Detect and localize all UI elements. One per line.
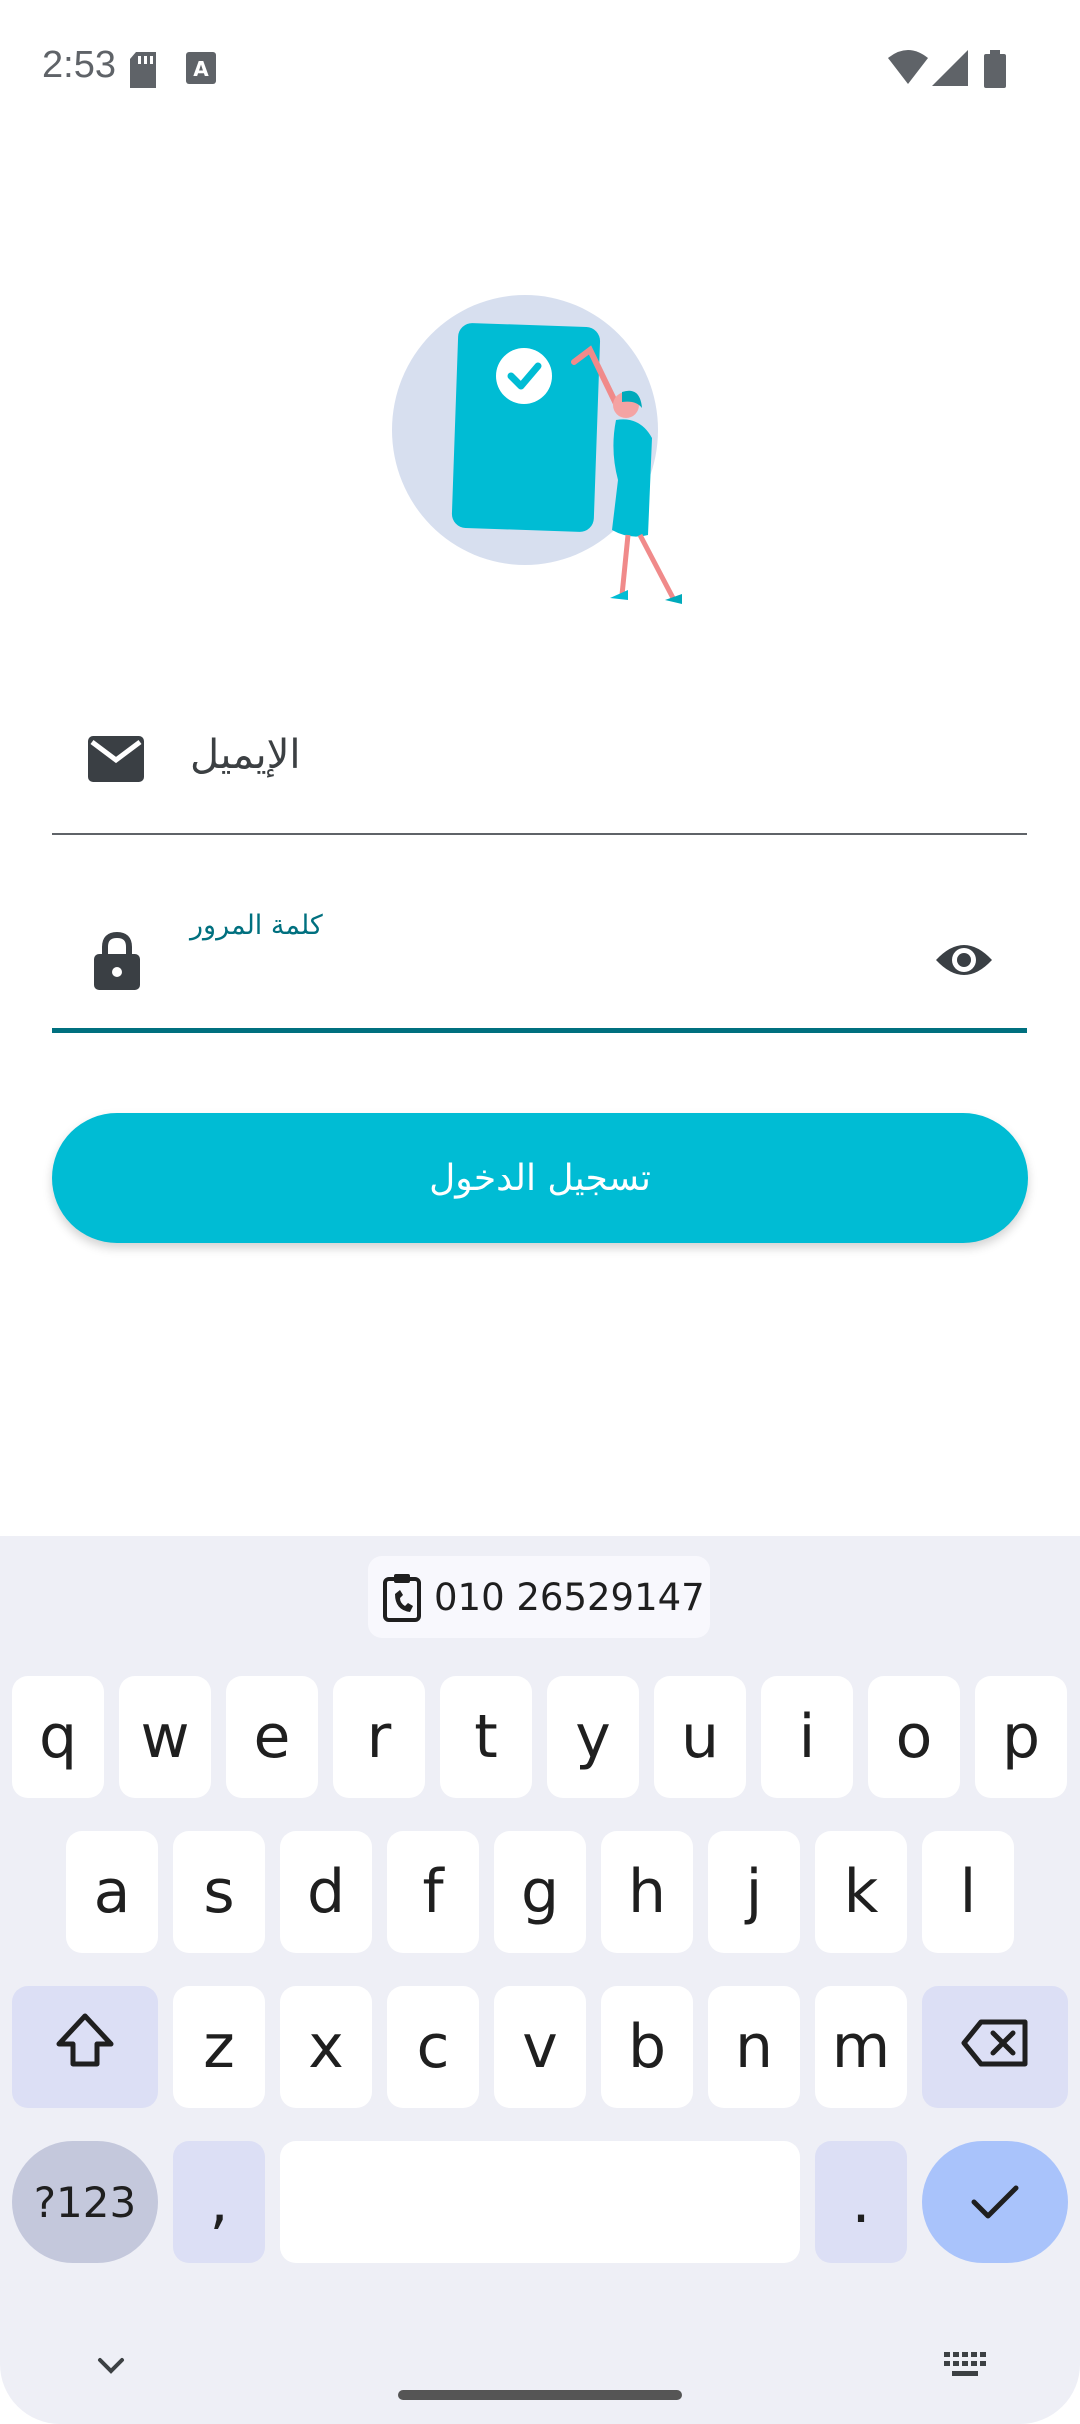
key-j[interactable]: j — [708, 1831, 800, 1953]
key-e[interactable]: e — [226, 1676, 318, 1798]
key-i[interactable]: i — [761, 1676, 853, 1798]
battery-icon — [984, 50, 1006, 92]
login-button[interactable]: تسجيل الدخول — [52, 1113, 1028, 1243]
keyboard-switch-icon[interactable] — [944, 2352, 988, 2384]
clipboard-phone-icon — [382, 1572, 426, 1622]
sd-card-icon — [128, 52, 158, 92]
key-w[interactable]: w — [119, 1676, 211, 1798]
key-b[interactable]: b — [601, 1986, 693, 2108]
password-underline — [52, 1028, 1027, 1033]
key-o[interactable]: o — [868, 1676, 960, 1798]
period-key[interactable]: . — [815, 2141, 907, 2263]
email-icon — [88, 736, 144, 786]
hide-keyboard-chevron-icon[interactable] — [96, 2356, 126, 2380]
key-g[interactable]: g — [494, 1831, 586, 1953]
key-n[interactable]: n — [708, 1986, 800, 2108]
comma-key[interactable]: , — [173, 2141, 265, 2263]
wifi-icon — [888, 50, 928, 88]
backspace-key[interactable] — [922, 1986, 1068, 2108]
key-x[interactable]: x — [280, 1986, 372, 2108]
key-p[interactable]: p — [975, 1676, 1067, 1798]
shift-key[interactable] — [12, 1986, 158, 2108]
on-screen-keyboard: 010 26529147 q w e r t y u i o p a s d f… — [0, 1536, 1080, 2424]
svg-text:A: A — [193, 57, 209, 81]
home-indicator[interactable] — [398, 2390, 682, 2400]
keyboard-a-icon: A — [186, 52, 216, 88]
key-r[interactable]: r — [333, 1676, 425, 1798]
password-field-label: كلمة المرور — [190, 910, 323, 941]
key-y[interactable]: y — [547, 1676, 639, 1798]
key-m[interactable]: m — [815, 1986, 907, 2108]
space-key[interactable] — [280, 2141, 800, 2263]
key-d[interactable]: d — [280, 1831, 372, 1953]
shift-icon — [55, 2012, 115, 2083]
login-illustration — [390, 290, 700, 620]
key-q[interactable]: q — [12, 1676, 104, 1798]
key-v[interactable]: v — [494, 1986, 586, 2108]
clipboard-suggestion-text: 010 26529147 — [434, 1575, 705, 1619]
eye-icon[interactable] — [934, 940, 994, 984]
key-z[interactable]: z — [173, 1986, 265, 2108]
key-k[interactable]: k — [815, 1831, 907, 1953]
email-field-label: الإيميل — [190, 732, 301, 778]
status-time: 2:53 — [42, 44, 116, 86]
email-underline — [52, 833, 1027, 835]
clipboard-suggestion-chip[interactable]: 010 26529147 — [368, 1556, 710, 1638]
key-f[interactable]: f — [387, 1831, 479, 1953]
signal-icon — [932, 50, 968, 90]
password-field[interactable] — [52, 880, 1027, 1030]
key-a[interactable]: a — [66, 1831, 158, 1953]
enter-key[interactable] — [922, 2141, 1068, 2263]
backspace-icon — [961, 2012, 1029, 2082]
lock-icon — [94, 931, 140, 994]
key-l[interactable]: l — [922, 1831, 1014, 1953]
key-c[interactable]: c — [387, 1986, 479, 2108]
symbols-key[interactable]: ?123 — [12, 2141, 158, 2263]
status-bar: 2:53 A — [0, 0, 1080, 140]
key-u[interactable]: u — [654, 1676, 746, 1798]
key-h[interactable]: h — [601, 1831, 693, 1953]
login-button-label: تسجيل الدخول — [429, 1157, 651, 1199]
key-s[interactable]: s — [173, 1831, 265, 1953]
checkmark-icon — [970, 2167, 1020, 2237]
key-t[interactable]: t — [440, 1676, 532, 1798]
